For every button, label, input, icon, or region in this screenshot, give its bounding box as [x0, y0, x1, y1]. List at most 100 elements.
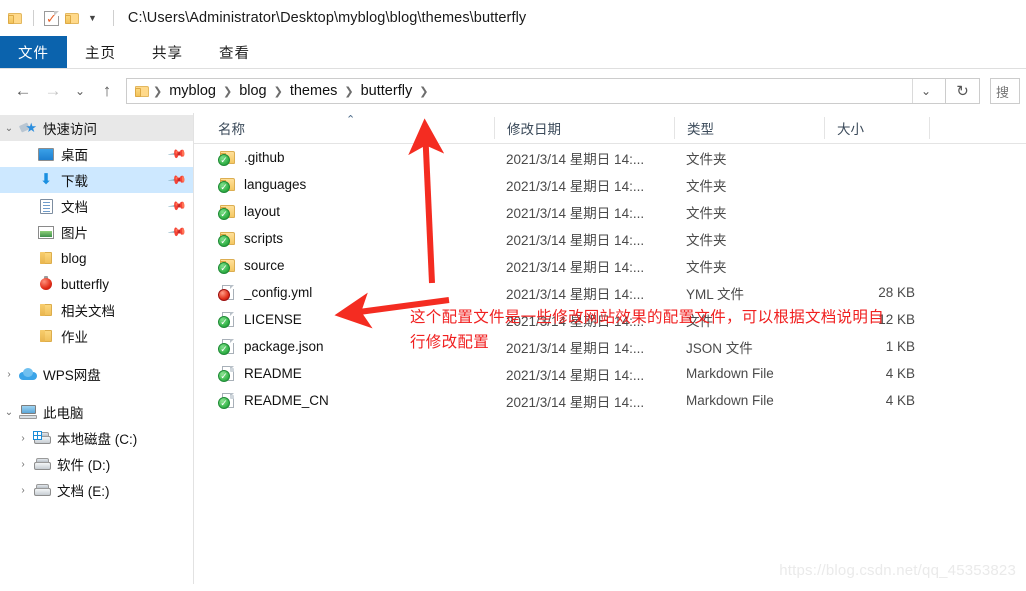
sidebar-item-pictures[interactable]: › 图片 📌: [0, 219, 193, 245]
table-row[interactable]: ✓ source 2021/3/14 星期日 14:... 文件夹: [194, 252, 1026, 279]
sidebar-item-drive-e[interactable]: › 文档 (E:): [0, 477, 193, 503]
breadcrumb-item-myblog[interactable]: myblog: [163, 83, 222, 99]
sidebar-item-label: 此电脑: [43, 406, 84, 421]
sidebar-item-label: 文档 (E:): [57, 484, 110, 499]
sidebar-item-documents[interactable]: › 文档 📌: [0, 193, 193, 219]
breadcrumb[interactable]: ❯ myblog ❯ blog ❯ themes ❯ butterfly ❯ ⌄: [126, 78, 946, 104]
file-type-cell: 文件夹: [686, 259, 727, 275]
table-row[interactable]: ✓ package.json 2021/3/14 星期日 14:... JSON 文件…: [194, 333, 1026, 360]
chevron-down-icon[interactable]: ⌄: [0, 407, 18, 418]
search-input[interactable]: 搜: [990, 78, 1020, 104]
file-name-label: source: [244, 258, 285, 273]
sidebar-group-quick-access[interactable]: ⌄ ★ 快速访问: [0, 115, 193, 141]
table-row[interactable]: ✓ .github 2021/3/14 星期日 14:... 文件夹: [194, 144, 1026, 171]
file-name-cell: ✓ languages: [194, 177, 494, 193]
file-date-cell: 2021/3/14 星期日 14:...: [506, 313, 645, 329]
downloads-icon: ⬇: [39, 171, 53, 188]
file-type-cell: JSON 文件: [686, 340, 753, 356]
up-button[interactable]: ↑: [92, 76, 122, 106]
file-type-cell: Markdown File: [686, 366, 774, 381]
markdown-file-icon: ✓: [218, 392, 236, 409]
pin-icon[interactable]: 📌: [167, 144, 187, 164]
column-header-date[interactable]: 修改日期: [494, 117, 674, 139]
navigation-pane: ⌄ ★ 快速访问 › 桌面 📌 › ⬇ 下载 📌 › 文档 📌 › 图片 📌: [0, 113, 194, 584]
file-rows: ✓ .github 2021/3/14 星期日 14:... 文件夹 ✓ language…: [194, 144, 1026, 414]
sidebar-item-related-docs[interactable]: › 相关文档: [0, 297, 193, 323]
sidebar-item-butterfly[interactable]: › butterfly: [0, 271, 193, 297]
table-row[interactable]: ✓ README_CN 2021/3/14 星期日 14:... Markdown F…: [194, 387, 1026, 414]
folder-icon[interactable]: [8, 12, 23, 25]
file-name-label: package.json: [244, 339, 324, 354]
table-row[interactable]: ✓ README 2021/3/14 星期日 14:... Markdown File…: [194, 360, 1026, 387]
file-type-cell: YML 文件: [686, 286, 745, 302]
sidebar-item-drive-d[interactable]: › 软件 (D:): [0, 451, 193, 477]
chevron-down-icon[interactable]: ⌄: [913, 79, 939, 103]
chevron-right-icon[interactable]: ›: [14, 485, 32, 496]
chevron-placeholder: ›: [18, 201, 36, 212]
chevron-placeholder: ›: [18, 331, 36, 342]
breadcrumb-separator: ❯: [153, 85, 163, 98]
table-row[interactable]: _config.yml 2021/3/14 星期日 14:... YML 文件 28 …: [194, 279, 1026, 306]
chevron-right-icon[interactable]: ›: [14, 459, 32, 470]
new-folder-icon[interactable]: [65, 12, 80, 25]
chevron-down-icon[interactable]: ⌄: [0, 123, 18, 134]
sidebar-item-wps-cloud[interactable]: › WPS网盘: [0, 361, 193, 387]
file-name-cell: ✓ .github: [194, 150, 494, 166]
file-name-label: .github: [244, 150, 285, 165]
customize-quick-access-icon[interactable]: ▼: [88, 13, 97, 23]
table-row[interactable]: ✓ layout 2021/3/14 星期日 14:... 文件夹: [194, 198, 1026, 225]
breadcrumb-separator: ❯: [273, 85, 283, 98]
documents-icon: [36, 198, 56, 214]
chevron-placeholder: ›: [18, 149, 36, 160]
refresh-button[interactable]: ↻: [946, 78, 980, 104]
tab-file[interactable]: 文件: [0, 36, 67, 68]
column-header-name-label: 名称: [218, 122, 245, 137]
file-type-cell: 文件: [686, 313, 713, 329]
breadcrumb-item-themes[interactable]: themes: [284, 83, 344, 99]
chevron-right-icon[interactable]: ›: [0, 369, 18, 380]
pin-icon[interactable]: 📌: [167, 170, 187, 190]
file-name-label: languages: [244, 177, 307, 192]
breadcrumb-item-blog[interactable]: blog: [233, 83, 272, 99]
sidebar-item-label: 下载: [61, 174, 88, 189]
file-name-label: scripts: [244, 231, 284, 246]
column-header-type[interactable]: 类型: [674, 117, 824, 139]
sidebar-item-drive-c[interactable]: › 本地磁盘 (C:): [0, 425, 193, 451]
system-drive-icon: [32, 431, 52, 444]
table-row[interactable]: ✓ scripts 2021/3/14 星期日 14:... 文件夹: [194, 225, 1026, 252]
chevron-right-icon[interactable]: ›: [14, 433, 32, 444]
column-header-size[interactable]: 大小: [824, 117, 929, 139]
sidebar-item-label: WPS网盘: [43, 368, 101, 383]
forward-button[interactable]: →: [38, 76, 68, 106]
column-header-name[interactable]: 名称 ⌃: [194, 114, 494, 139]
table-row[interactable]: ✓ languages 2021/3/14 星期日 14:... 文件夹: [194, 171, 1026, 198]
sidebar-item-downloads[interactable]: › ⬇ 下载 📌: [0, 167, 193, 193]
pin-icon[interactable]: 📌: [167, 222, 187, 242]
file-name-label: _config.yml: [244, 285, 313, 300]
sidebar-item-desktop[interactable]: › 桌面 📌: [0, 141, 193, 167]
file-date-cell: 2021/3/14 星期日 14:...: [506, 205, 645, 221]
table-row[interactable]: ✓ LICENSE 2021/3/14 星期日 14:... 文件 12 KB: [194, 306, 1026, 333]
recent-locations-icon[interactable]: ⌄: [68, 76, 92, 106]
tab-view[interactable]: 查看: [201, 36, 268, 68]
sidebar-item-label: 图片: [61, 226, 88, 241]
file-date-cell: 2021/3/14 星期日 14:...: [506, 178, 645, 194]
toolbar-divider: [33, 10, 34, 26]
breadcrumb-separator: ❯: [419, 85, 429, 98]
pictures-icon: [36, 225, 56, 239]
breadcrumb-item-butterfly[interactable]: butterfly: [355, 83, 419, 99]
sidebar-item-label: 桌面: [61, 148, 88, 163]
file-type-cell: 文件夹: [686, 205, 727, 221]
sidebar-item-homework[interactable]: › 作业: [0, 323, 193, 349]
tab-home[interactable]: 主页: [67, 36, 134, 68]
file-list-pane: 名称 ⌃ 修改日期 类型 大小 ✓ .github 2021/3/14 星期日 14…: [194, 113, 1026, 584]
pin-icon[interactable]: 📌: [167, 196, 187, 216]
properties-icon[interactable]: ✓: [44, 10, 59, 26]
desktop-icon: [36, 147, 56, 161]
tab-share[interactable]: 共享: [134, 36, 201, 68]
file-date-cell: 2021/3/14 星期日 14:...: [506, 151, 645, 167]
sidebar-item-this-pc[interactable]: ⌄ 此电脑: [0, 399, 193, 425]
back-button[interactable]: ←: [8, 76, 38, 106]
sidebar-item-blog[interactable]: › blog: [0, 245, 193, 271]
